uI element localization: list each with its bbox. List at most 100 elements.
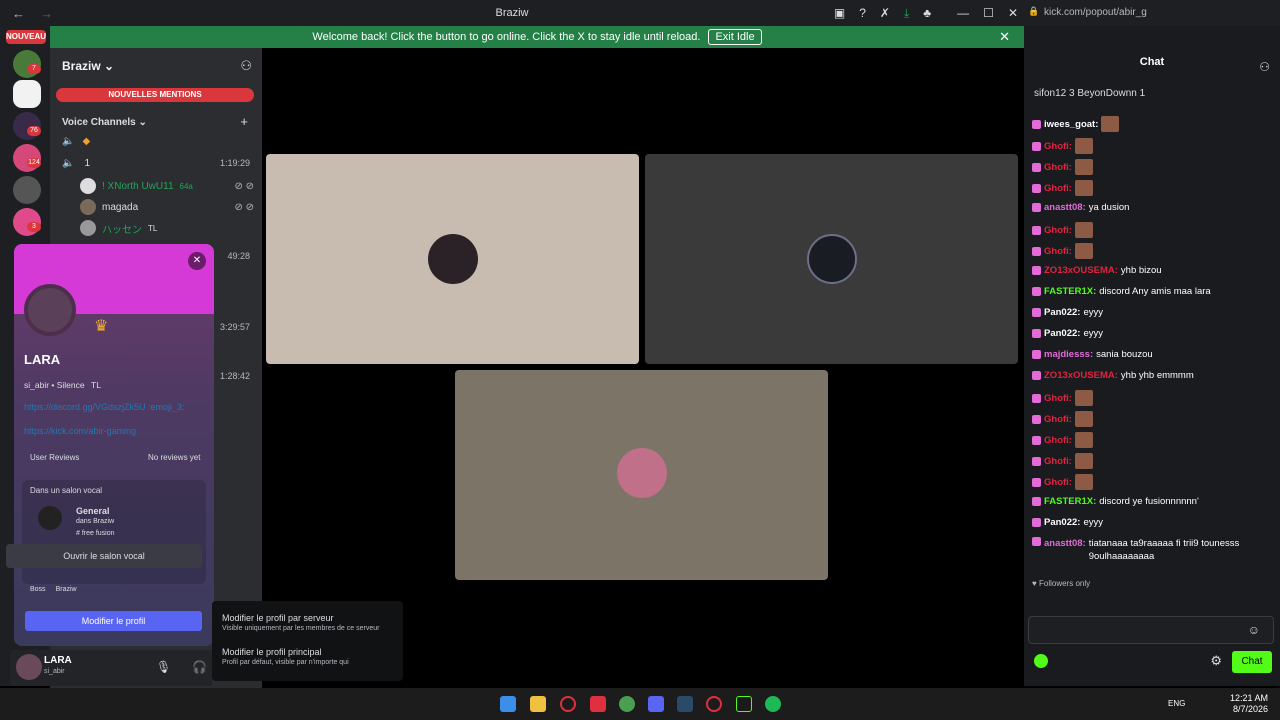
chat-message: iwees_goat:: [1032, 116, 1272, 132]
chat-badge-icon: [1032, 203, 1041, 212]
chat-message: Ghofi:: [1032, 222, 1272, 238]
chrome-icon[interactable]: [619, 696, 635, 712]
chat-username[interactable]: anastt08:: [1044, 537, 1086, 550]
chat-username[interactable]: Ghofi:: [1044, 224, 1072, 237]
chat-username[interactable]: Ghofi:: [1044, 413, 1072, 426]
clock[interactable]: 12:21 AM 8/7/2026: [1230, 693, 1268, 715]
voice-user[interactable]: ハッセン TL: [80, 218, 260, 238]
chat-send-button[interactable]: Chat: [1232, 651, 1272, 673]
chat-username[interactable]: Ghofi:: [1044, 182, 1072, 195]
add-channel-icon[interactable]: +: [240, 114, 248, 129]
server-icon[interactable]: [13, 80, 41, 108]
tools-icon[interactable]: ✗: [880, 6, 890, 20]
emoji-icon[interactable]: ☺: [1248, 623, 1260, 637]
chat-username[interactable]: FASTER1X:: [1044, 285, 1096, 298]
avatar: [80, 220, 96, 236]
video-tile[interactable]: [266, 154, 639, 364]
chevron-down-icon: ⌄: [104, 59, 115, 73]
new-mentions-button[interactable]: NOUVELLES MENTIONS: [56, 88, 254, 102]
avatar: [38, 506, 62, 530]
nitro-icon[interactable]: ♣: [923, 6, 931, 20]
user-panel: LARA si_abir 🎙 🎧: [10, 650, 212, 686]
opera-gx-icon[interactable]: [706, 696, 722, 712]
microphone-icon[interactable]: 🎙: [156, 660, 171, 674]
chat-username[interactable]: ZO13xOUSEMA:: [1044, 369, 1118, 382]
emote-image: [1074, 138, 1093, 154]
voice-user[interactable]: magada ⊘ ⊘: [80, 197, 260, 217]
chat-username[interactable]: Ghofi:: [1044, 161, 1072, 174]
chat-username[interactable]: Ghofi:: [1044, 392, 1072, 405]
chat-username[interactable]: Ghofi:: [1044, 476, 1072, 489]
chat-input[interactable]: [1028, 616, 1274, 644]
maximize-button[interactable]: ☐: [983, 6, 994, 20]
users-icon[interactable]: ⚇: [1259, 60, 1270, 74]
chat-badge-icon: [1032, 266, 1041, 275]
server-name-header[interactable]: Braziw ⌄: [62, 59, 114, 73]
minimize-button[interactable]: —: [957, 6, 969, 20]
exit-idle-button[interactable]: Exit Idle: [708, 29, 762, 45]
app-icon[interactable]: [736, 696, 752, 712]
voice-channel-1[interactable]: 🔈 1 1:19:29: [62, 153, 262, 173]
help-icon[interactable]: ?: [859, 6, 866, 20]
chat-url[interactable]: kick.com/popout/abir_g: [1044, 7, 1147, 18]
chat-username[interactable]: anastt08:: [1044, 201, 1086, 214]
gear-icon[interactable]: ⚙: [1210, 653, 1222, 669]
avatar[interactable]: [16, 654, 42, 680]
headphones-icon[interactable]: 🎧: [192, 660, 207, 674]
close-window-button[interactable]: ✕: [1008, 6, 1018, 20]
opera-icon[interactable]: [560, 696, 576, 712]
vivaldi-icon[interactable]: [590, 696, 606, 712]
chat-badge-icon: [1032, 246, 1041, 256]
open-voice-channel-button[interactable]: Ouvrir le salon vocal: [6, 544, 202, 568]
chat-message: FASTER1X: discord Any amis maa lara: [1032, 285, 1272, 298]
monitor-icon[interactable]: ▣: [834, 6, 845, 20]
chat-message: Pan022: eyyy: [1032, 306, 1272, 319]
chat-message: FASTER1X: discord ye fusionnnnnn': [1032, 495, 1272, 508]
chat-message: Pan022: eyyy: [1032, 516, 1272, 529]
server-name: Braziw: [62, 59, 101, 73]
voice-user[interactable]: ! XNorth UwU11 64a ⊘ ⊘: [80, 176, 260, 196]
steam-icon[interactable]: [677, 696, 693, 712]
add-user-icon[interactable]: ⚇: [240, 58, 252, 74]
spotify-icon[interactable]: [765, 696, 781, 712]
download-icon[interactable]: ⤓: [904, 6, 909, 21]
emote-image: [1074, 411, 1093, 427]
video-tile[interactable]: [455, 370, 828, 580]
banner-close-icon[interactable]: ✕: [999, 29, 1010, 45]
lang-indicator[interactable]: ENG: [1168, 699, 1185, 708]
channel-timer: 1:28:42: [219, 371, 250, 381]
voice-channels-header[interactable]: Voice Channels ⌄: [62, 117, 147, 128]
voice-row[interactable]: 🔈 ◆: [62, 131, 274, 151]
avatar[interactable]: [24, 284, 76, 336]
chat-badge-icon: [1032, 414, 1041, 424]
menu-item-main-profile[interactable]: Modifier le profil principal Profil par …: [222, 647, 400, 666]
edit-profile-button[interactable]: Modifier le profil: [25, 611, 202, 631]
chat-username[interactable]: iwees_goat:: [1044, 118, 1098, 131]
chat-username[interactable]: ZO13xOUSEMA:: [1044, 264, 1118, 277]
profile-link-discord[interactable]: https://discord.gg/VGdszjZk5U :emoji_3:: [24, 402, 185, 412]
profile-link-kick[interactable]: https://kick.com/abir-gaming: [24, 426, 136, 436]
close-icon[interactable]: ✕: [188, 252, 206, 270]
chat-username[interactable]: Ghofi:: [1044, 245, 1072, 258]
chat-username[interactable]: FASTER1X:: [1044, 495, 1096, 508]
video-tile[interactable]: [645, 154, 1018, 364]
followers-only-label: ♥ Followers only: [1032, 579, 1090, 588]
chat-badge-icon: [1032, 497, 1041, 506]
discord-icon[interactable]: [648, 696, 664, 712]
chat-username[interactable]: Ghofi:: [1044, 140, 1072, 153]
avatar: [807, 234, 857, 284]
chat-username[interactable]: Pan022:: [1044, 306, 1080, 319]
new-badge[interactable]: NOUVEAU: [6, 30, 46, 44]
chat-username[interactable]: Pan022:: [1044, 327, 1080, 340]
chat-username[interactable]: Ghofi:: [1044, 455, 1072, 468]
file-explorer-icon[interactable]: [530, 696, 546, 712]
windows-start-icon[interactable]: [500, 696, 516, 712]
chat-message: Ghofi:: [1032, 138, 1272, 154]
chat-username[interactable]: majdiesss:: [1044, 348, 1093, 361]
server-icon[interactable]: [13, 176, 41, 204]
user-reviews-value: No reviews yet: [148, 453, 201, 462]
chat-username[interactable]: Pan022:: [1044, 516, 1080, 529]
chat-username[interactable]: Ghofi:: [1044, 434, 1072, 447]
user-panel-name: LARA: [44, 655, 72, 666]
menu-item-server-profile[interactable]: Modifier le profil par serveur Visible u…: [222, 613, 400, 632]
